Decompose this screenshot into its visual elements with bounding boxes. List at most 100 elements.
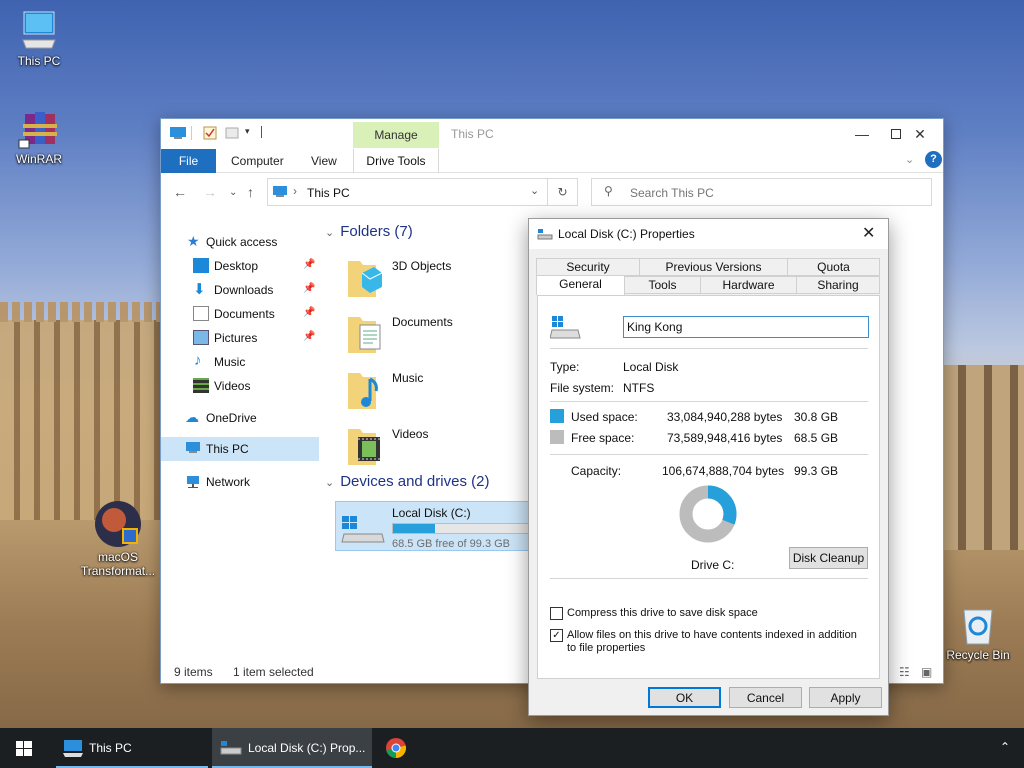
apply-button[interactable]: Apply	[809, 687, 882, 708]
customize-qa-chevron-icon[interactable]: ▾	[245, 126, 259, 140]
folder-3d-objects[interactable]: 3D Objects	[346, 253, 486, 307]
search-box[interactable]: ⚲	[591, 178, 932, 206]
close-button[interactable]: ✕	[905, 123, 935, 145]
divider	[550, 578, 868, 579]
pin-icon[interactable]: 📌	[303, 259, 315, 270]
tab-tools[interactable]: Tools	[624, 276, 701, 294]
3d-objects-folder-icon	[348, 261, 383, 297]
start-button[interactable]	[0, 728, 48, 768]
type-value: Local Disk	[623, 360, 679, 374]
desktop-icon-macos-transformation[interactable]: macOS Transformat...	[80, 500, 156, 578]
taskbar-item-chrome[interactable]	[376, 728, 416, 768]
index-checkbox[interactable]: ✓	[550, 629, 563, 642]
address-dropdown-chevron-icon[interactable]: ⌄	[530, 184, 539, 197]
tab-hardware[interactable]: Hardware	[700, 276, 797, 294]
folders-group-header[interactable]: ⌄ Folders (7)	[325, 223, 413, 240]
recent-locations-chevron-icon[interactable]: ⌄	[229, 187, 237, 198]
collapse-chevron-icon[interactable]: ⌄	[325, 227, 334, 239]
dialog-title: Local Disk (C:) Properties	[558, 227, 695, 241]
folder-documents[interactable]: Documents	[346, 309, 486, 363]
expand-ribbon-chevron-icon[interactable]: ⌄	[905, 153, 914, 166]
compress-checkbox[interactable]	[550, 607, 563, 620]
nav-label: Quick access	[206, 235, 278, 249]
nav-item-network[interactable]: Network	[161, 471, 319, 493]
hard-drive-icon	[220, 741, 242, 755]
drive-free-text: 68.5 GB free of 99.3 GB	[392, 538, 511, 550]
large-icons-view-icon[interactable]: ▣	[921, 665, 932, 679]
compress-label: Compress this drive to save disk space	[567, 607, 758, 619]
monitor-icon	[186, 442, 200, 453]
taskbar-item-local-disk-properties[interactable]: Local Disk (C:) Prop...	[212, 728, 372, 768]
capacity-label: Capacity:	[571, 464, 622, 478]
download-arrow-icon: ⬇	[193, 281, 206, 298]
new-folder-qa-icon[interactable]	[225, 126, 239, 140]
tab-drive-tools[interactable]: Drive Tools	[353, 149, 439, 173]
help-icon[interactable]: ?	[925, 151, 942, 168]
folder-videos[interactable]: Videos	[346, 421, 486, 475]
back-arrow-icon[interactable]: ←	[173, 184, 187, 200]
desktop-icon-label: This PC	[17, 54, 61, 68]
nav-item-downloads[interactable]: ⬇ Downloads 📌	[161, 279, 319, 301]
drive-tile-local-disk-c[interactable]: Local Disk (C:) 68.5 GB free of 99.3 GB	[335, 501, 530, 551]
tab-security[interactable]: Security	[536, 258, 640, 276]
desktop-icon-label: Recycle Bin	[946, 648, 1010, 662]
tab-quota[interactable]: Quota	[787, 258, 880, 276]
film-strip-icon	[193, 378, 209, 393]
forward-arrow-icon[interactable]: →	[203, 184, 217, 200]
tab-previous-versions[interactable]: Previous Versions	[639, 258, 788, 276]
nav-item-videos[interactable]: Videos	[161, 375, 319, 397]
general-tab-panel: Type: Local Disk File system: NTFS Used …	[537, 295, 880, 679]
toolbar-divider	[191, 126, 192, 140]
desktop-icon-recycle-bin[interactable]: Recycle Bin	[940, 602, 1016, 662]
maximize-button[interactable]	[861, 123, 901, 145]
music-folder-icon	[348, 373, 378, 409]
cancel-button[interactable]: Cancel	[729, 687, 802, 708]
file-system-label: File system:	[550, 381, 615, 395]
up-arrow-icon[interactable]: ↑	[247, 184, 254, 200]
dialog-close-icon[interactable]: ✕	[862, 223, 875, 243]
network-icon	[187, 476, 199, 488]
capacity-gb: 99.3 GB	[794, 464, 839, 478]
desktop-icon-this-pc[interactable]: This PC	[4, 10, 74, 68]
pin-icon[interactable]: 📌	[303, 331, 315, 342]
selection-count: 1 item selected	[233, 665, 314, 679]
navigation-pane: ★ Quick access Desktop 📌 ⬇ Downloads 📌 D…	[161, 215, 321, 655]
nav-item-quick-access[interactable]: ★ Quick access	[161, 231, 319, 253]
nav-item-pictures[interactable]: Pictures 📌	[161, 327, 319, 349]
tab-sharing[interactable]: Sharing	[796, 276, 880, 294]
nav-item-this-pc[interactable]: This PC	[161, 437, 319, 461]
devices-group-header[interactable]: ⌄ Devices and drives (2)	[325, 473, 489, 490]
tab-computer[interactable]: Computer	[231, 154, 284, 168]
nav-item-onedrive[interactable]: ☁ OneDrive	[161, 407, 319, 429]
address-bar[interactable]: › This PC ⌄	[267, 178, 548, 206]
used-space-bytes: 33,084,940,288 bytes	[667, 410, 783, 424]
desktop-icon-winrar[interactable]: WinRAR	[4, 108, 74, 166]
capacity-bytes: 106,674,888,704 bytes	[662, 464, 785, 478]
refresh-button[interactable]: ↻	[548, 178, 578, 206]
manage-contextual-tab[interactable]: Manage	[353, 122, 439, 148]
tab-view[interactable]: View	[311, 154, 337, 168]
disk-cleanup-button[interactable]: Disk Cleanup	[789, 547, 868, 569]
tab-general[interactable]: General	[536, 275, 625, 295]
volume-label-input[interactable]	[623, 316, 869, 338]
tab-file[interactable]: File	[161, 149, 216, 173]
taskbar-item-label: This PC	[89, 741, 132, 755]
hard-drive-icon	[537, 229, 553, 240]
pin-icon[interactable]: 📌	[303, 307, 315, 318]
show-hidden-icons-chevron-icon[interactable]: ⌃	[1000, 740, 1010, 754]
collapse-chevron-icon[interactable]: ⌄	[325, 477, 334, 489]
nav-item-desktop[interactable]: Desktop 📌	[161, 255, 319, 277]
properties-qa-icon[interactable]	[203, 126, 217, 140]
nav-item-documents[interactable]: Documents 📌	[161, 303, 319, 325]
this-pc-small-icon	[273, 186, 287, 197]
videos-folder-icon	[348, 429, 380, 465]
details-view-icon[interactable]: ☷	[899, 665, 910, 679]
folder-music[interactable]: Music	[346, 365, 486, 419]
search-input[interactable]	[630, 184, 920, 202]
ok-button[interactable]: OK	[648, 687, 721, 708]
file-system-value: NTFS	[623, 381, 655, 395]
desktop-icon-label: macOS Transformat...	[80, 550, 156, 578]
nav-item-music[interactable]: ♪ Music	[161, 351, 319, 373]
taskbar-item-this-pc[interactable]: This PC	[56, 728, 208, 768]
pin-icon[interactable]: 📌	[303, 283, 315, 294]
